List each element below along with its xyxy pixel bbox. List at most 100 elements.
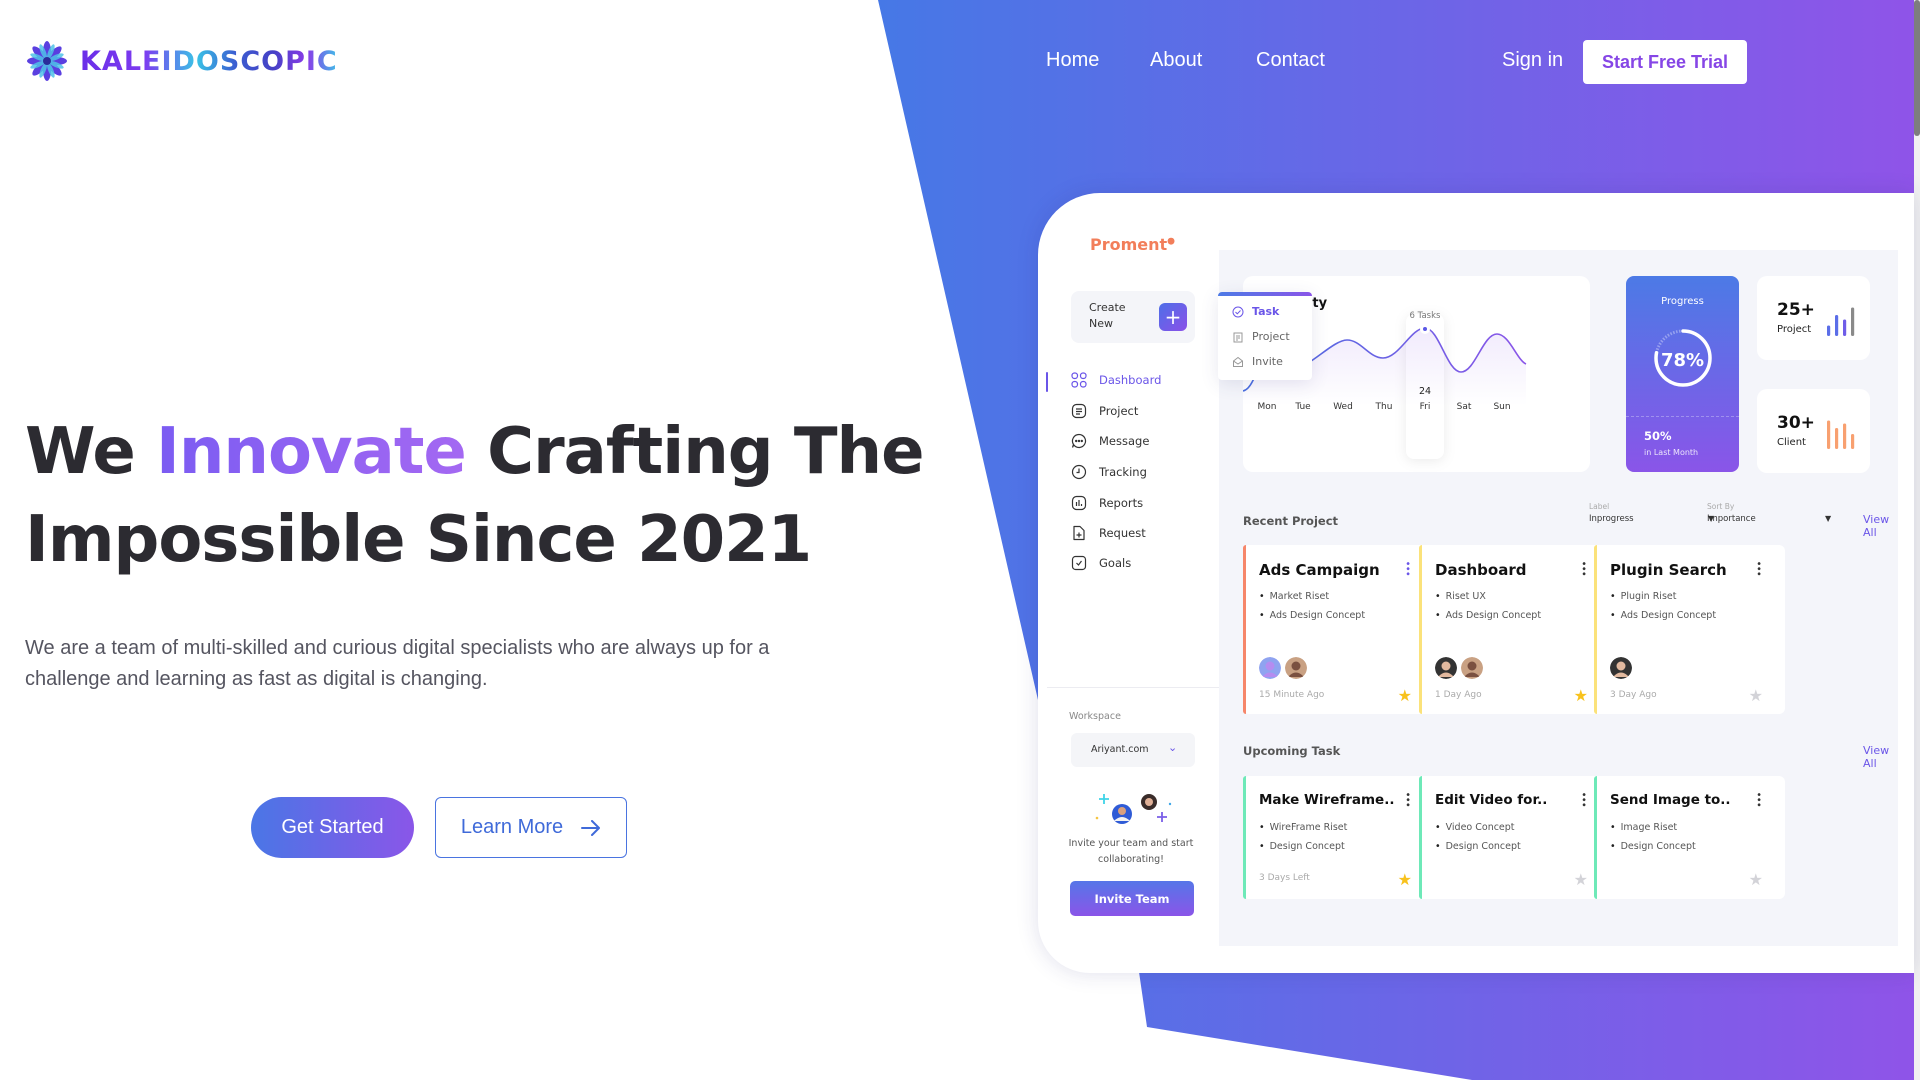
subtask-item: Ads Design Concept bbox=[1259, 610, 1365, 621]
stat-value: 30+ bbox=[1777, 413, 1815, 433]
recent-view-all-link[interactable]: View All bbox=[1863, 513, 1898, 539]
stat-label: Client bbox=[1777, 437, 1806, 448]
dropdown-item-label: Project bbox=[1252, 330, 1290, 343]
mini-bar bbox=[1835, 315, 1839, 336]
recent-project-card[interactable]: Dashboard ••• Riset UX Ads Design Concept 1 … bbox=[1419, 545, 1610, 714]
checkbox-icon bbox=[1071, 555, 1087, 571]
mini-bar-chart bbox=[1827, 307, 1855, 336]
mini-bar bbox=[1843, 319, 1847, 336]
sidebar-item-reports[interactable]: Reports bbox=[1071, 495, 1143, 511]
card-time: 3 Days Left bbox=[1259, 873, 1310, 883]
sign-in-link[interactable]: Sign in bbox=[1502, 49, 1563, 72]
sidebar-item-goals[interactable]: Goals bbox=[1071, 555, 1131, 571]
hero-title-accent: Innovate bbox=[156, 415, 467, 489]
stat-value: 25+ bbox=[1777, 300, 1815, 320]
create-new-label: Create New bbox=[1089, 301, 1126, 330]
learn-more-button[interactable]: Learn More bbox=[435, 797, 627, 858]
get-started-button[interactable]: Get Started bbox=[251, 797, 414, 858]
mini-bar bbox=[1827, 420, 1831, 449]
progress-value: 78% bbox=[1660, 350, 1705, 371]
highlight-point[interactable] bbox=[1423, 327, 1427, 331]
card-subtasks: WireFrame Riset Design Concept bbox=[1259, 822, 1348, 860]
workspace-value: Ariyant.com bbox=[1091, 744, 1149, 755]
more-options-icon[interactable]: ••• bbox=[1578, 792, 1588, 807]
upcoming-task-card[interactable]: Send Image to.. ••• Image Riset Design Conc… bbox=[1594, 776, 1785, 899]
workspace-label: Workspace bbox=[1069, 711, 1121, 722]
card-title: Plugin Search bbox=[1610, 561, 1727, 579]
nav-about[interactable]: About bbox=[1150, 49, 1202, 72]
start-free-trial-button[interactable]: Start Free Trial bbox=[1583, 40, 1747, 84]
day-label-sun: Sun bbox=[1493, 402, 1510, 412]
mockup-app-name: Proment bbox=[1090, 235, 1168, 254]
more-options-icon[interactable]: ••• bbox=[1578, 561, 1588, 576]
sidebar-item-request[interactable]: Request bbox=[1071, 525, 1146, 541]
avatar bbox=[1259, 657, 1281, 679]
card-accent-bar bbox=[1594, 776, 1597, 899]
card-avatars bbox=[1610, 657, 1632, 679]
more-options-icon[interactable]: ••• bbox=[1402, 561, 1412, 576]
dropdown-item-project[interactable]: Project bbox=[1232, 330, 1290, 343]
card-accent-bar bbox=[1243, 545, 1246, 714]
recent-project-title: Recent Project bbox=[1243, 514, 1339, 528]
dropdown-item-task[interactable]: Task bbox=[1232, 305, 1279, 318]
subtask-item: WireFrame Riset bbox=[1259, 822, 1348, 833]
upcoming-task-title: Upcoming Task bbox=[1243, 744, 1341, 758]
hero-title: We Innovate Crafting The Impossible Sinc… bbox=[25, 408, 924, 584]
invite-illustration-icon bbox=[1095, 794, 1172, 824]
more-options-icon[interactable]: ••• bbox=[1402, 792, 1412, 807]
label-filter-value[interactable]: Inprogress bbox=[1589, 514, 1634, 524]
card-subtasks: Image Riset Design Concept bbox=[1610, 822, 1696, 860]
progress-divider bbox=[1626, 416, 1739, 417]
avatar bbox=[1610, 657, 1632, 679]
star-icon[interactable]: ★ bbox=[1574, 686, 1588, 705]
avatar bbox=[1461, 657, 1483, 679]
star-icon[interactable]: ★ bbox=[1574, 870, 1588, 889]
upcoming-task-card[interactable]: Make Wireframe.. ••• WireFrame Riset Design… bbox=[1243, 776, 1434, 899]
sidebar-item-message[interactable]: Message bbox=[1071, 433, 1149, 449]
page-scrollbar[interactable] bbox=[1914, 0, 1920, 1080]
upcoming-view-all-link[interactable]: View All bbox=[1863, 744, 1898, 770]
envelope-icon bbox=[1233, 356, 1243, 367]
caret-down-icon[interactable]: ▼ bbox=[1825, 514, 1831, 523]
subtask-item: Plugin Riset bbox=[1610, 591, 1716, 602]
dropdown-item-label: Invite bbox=[1252, 355, 1283, 368]
chat-icon bbox=[1071, 433, 1087, 449]
logo[interactable]: KALEIDOSCOPIC bbox=[26, 40, 338, 82]
sort-by-value[interactable]: Importance bbox=[1707, 514, 1756, 524]
plus-icon[interactable]: + bbox=[1159, 303, 1187, 331]
dropdown-item-invite[interactable]: Invite bbox=[1232, 355, 1283, 368]
subtask-item: Image Riset bbox=[1610, 822, 1696, 833]
mini-bar bbox=[1851, 434, 1855, 449]
sidebar-item-label: Message bbox=[1099, 434, 1150, 448]
star-icon[interactable]: ★ bbox=[1398, 686, 1412, 705]
more-options-icon[interactable]: ••• bbox=[1753, 792, 1763, 807]
sidebar-item-project[interactable]: Project bbox=[1071, 403, 1138, 419]
sidebar-item-dashboard[interactable]: Dashboard bbox=[1071, 372, 1161, 388]
mini-bar-chart bbox=[1827, 420, 1855, 449]
sort-by-label: Sort By bbox=[1707, 502, 1735, 511]
nav-contact[interactable]: Contact bbox=[1256, 49, 1325, 72]
star-icon[interactable]: ★ bbox=[1398, 870, 1412, 889]
bar-chart-icon bbox=[1071, 495, 1087, 511]
workspace-select[interactable]: Ariyant.com ⌄ bbox=[1071, 733, 1195, 767]
star-icon[interactable]: ★ bbox=[1749, 686, 1763, 705]
recent-project-card[interactable]: Plugin Search ••• Plugin Riset Ads Design C… bbox=[1594, 545, 1785, 714]
sidebar-item-tracking[interactable]: Tracking bbox=[1071, 464, 1147, 480]
day-label-sat: Sat bbox=[1457, 402, 1472, 412]
hero-title-suffix: Crafting The bbox=[465, 415, 924, 489]
more-options-icon[interactable]: ••• bbox=[1753, 561, 1763, 576]
star-icon[interactable]: ★ bbox=[1749, 870, 1763, 889]
scrollbar-thumb[interactable] bbox=[1914, 0, 1920, 136]
subtask-item: Riset UX bbox=[1435, 591, 1541, 602]
invite-team-button[interactable]: Invite Team bbox=[1070, 881, 1194, 916]
recent-project-card[interactable]: Ads Campaign ••• Market Riset Ads Design Co… bbox=[1243, 545, 1434, 714]
upcoming-task-card[interactable]: Edit Video for.. ••• Video Concept Design C… bbox=[1419, 776, 1610, 899]
mini-bar bbox=[1835, 428, 1839, 449]
create-new-box[interactable]: Create New + bbox=[1071, 291, 1195, 343]
clock-icon bbox=[1071, 464, 1087, 480]
card-avatars bbox=[1435, 657, 1483, 679]
nav-home[interactable]: Home bbox=[1046, 49, 1099, 72]
card-time: 3 Day Ago bbox=[1610, 690, 1657, 700]
file-plus-icon bbox=[1073, 525, 1085, 541]
chevron-down-icon: ⌄ bbox=[1168, 741, 1178, 754]
